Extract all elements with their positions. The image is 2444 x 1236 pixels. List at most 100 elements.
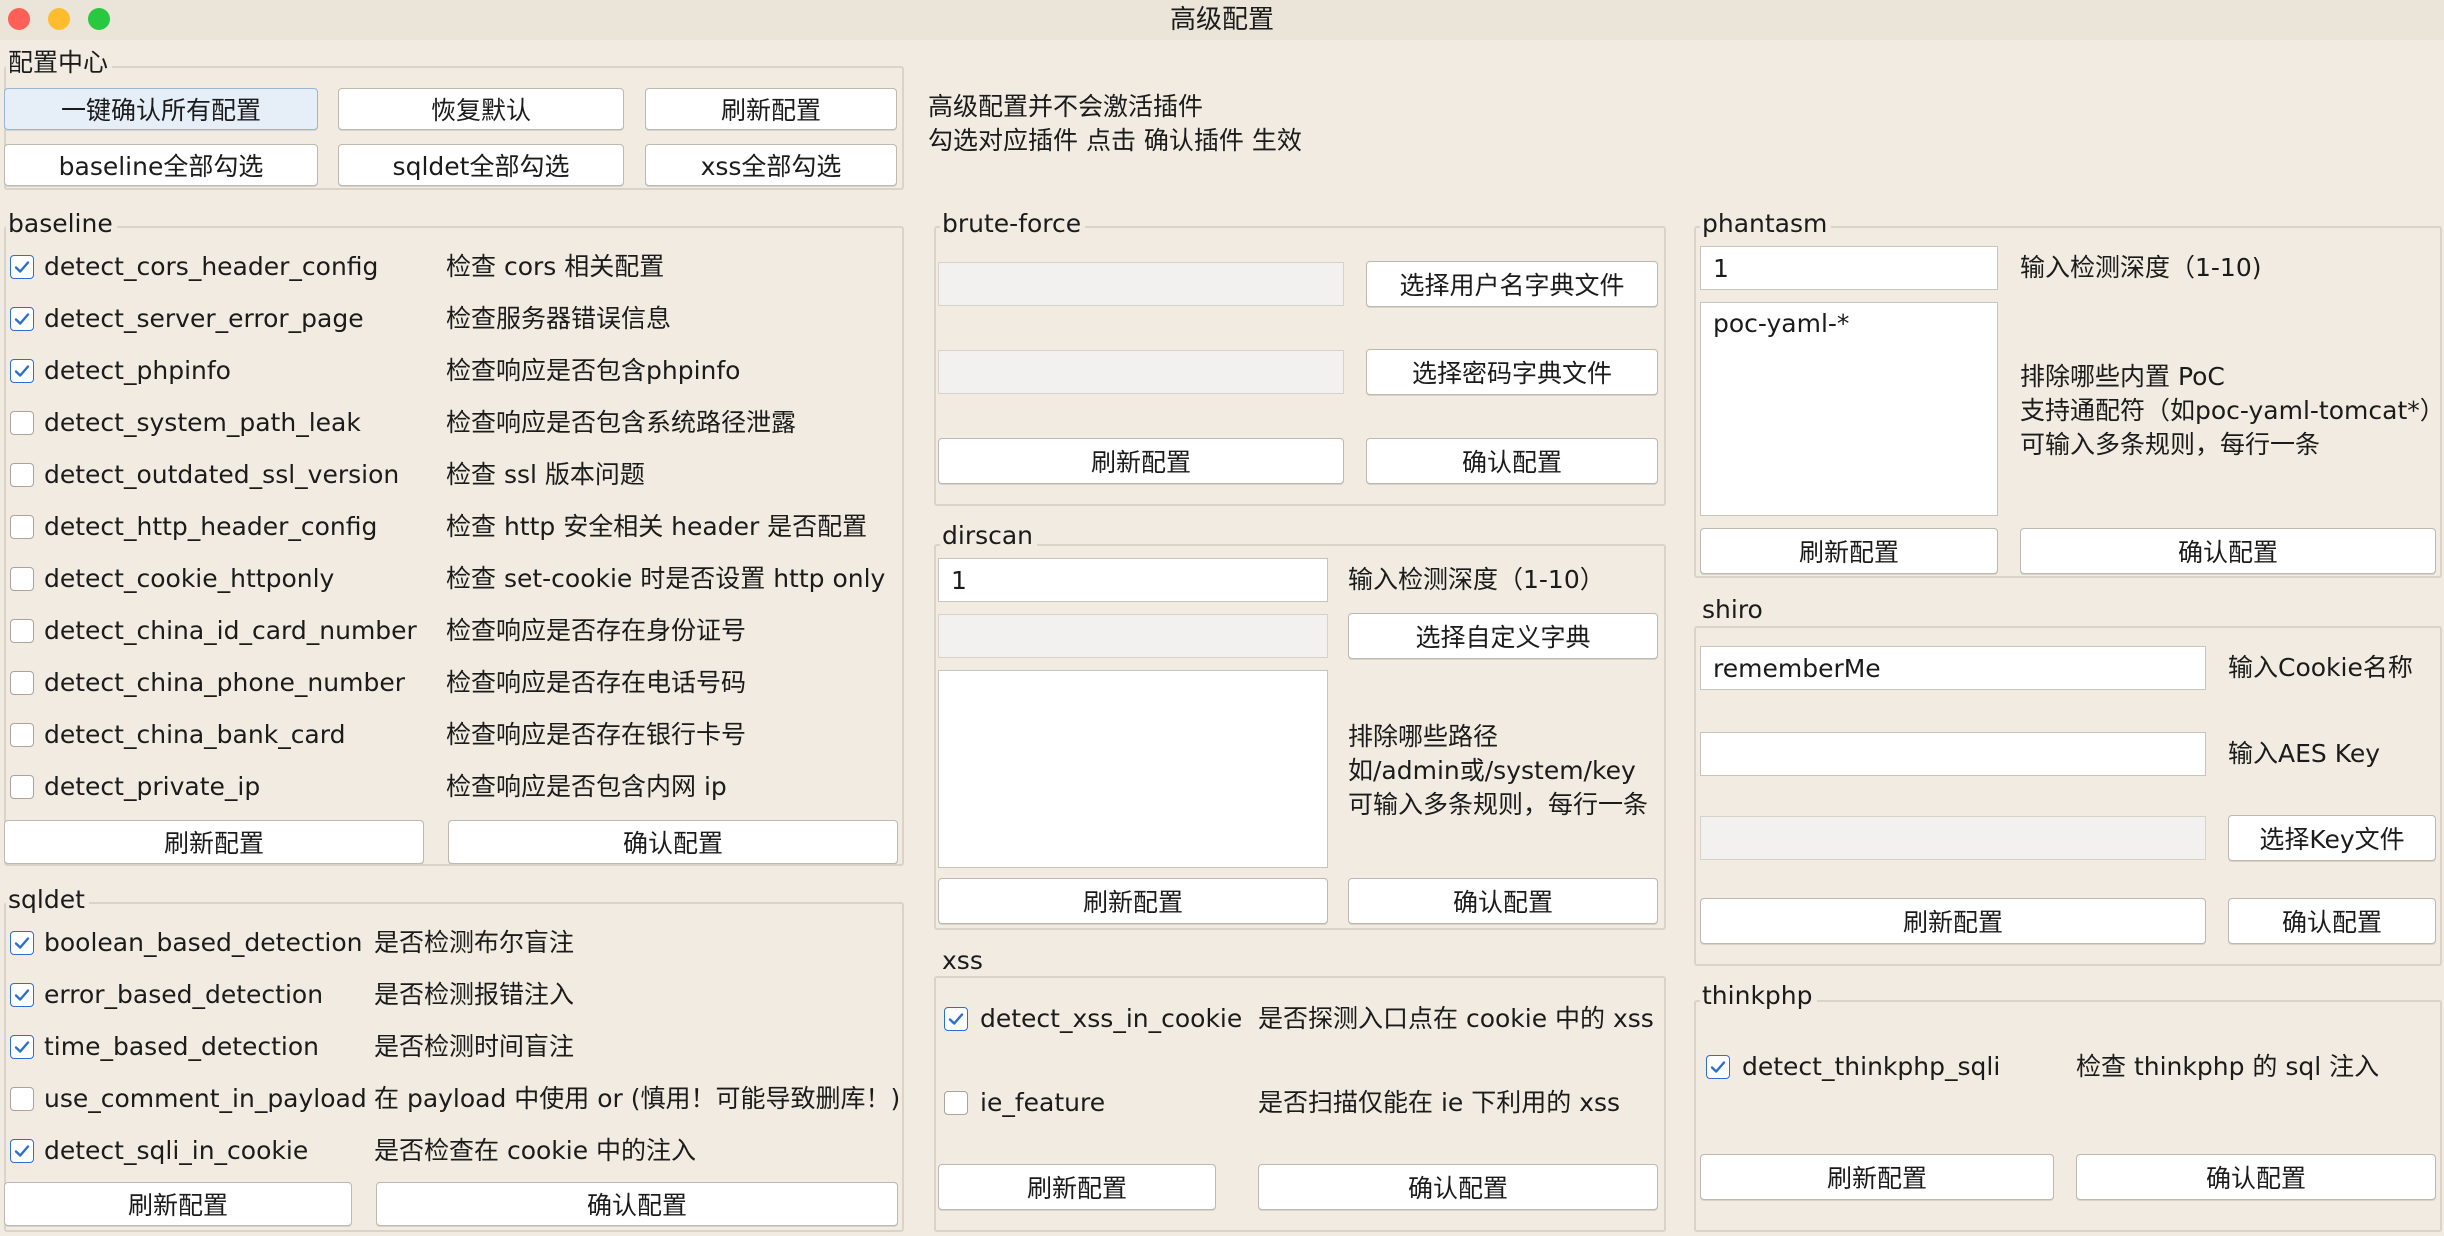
baseline-option-checkbox[interactable] — [10, 515, 34, 539]
xss-option-checkbox[interactable] — [944, 1007, 968, 1031]
baseline-option-checkbox[interactable] — [10, 567, 34, 591]
sqldet-select-all-button[interactable]: sqldet全部勾选 — [338, 144, 624, 186]
config-note-line1: 高级配置并不会激活插件 — [928, 92, 1204, 121]
dirscan-exclude-textarea[interactable] — [938, 670, 1328, 868]
shiro-confirm-button[interactable]: 确认配置 — [2228, 898, 2436, 944]
sqldet-refresh-button[interactable]: 刷新配置 — [4, 1182, 352, 1226]
sqldet-option-name[interactable]: time_based_detection — [44, 1032, 319, 1062]
phantasm-depth-label: 输入检测深度（1-10) — [2020, 253, 2262, 282]
user-dict-field[interactable] — [938, 262, 1344, 306]
phantasm-exclude-textarea[interactable]: poc-yaml-* — [1700, 302, 1998, 516]
xss-label: xss — [940, 946, 987, 976]
baseline-option-checkbox[interactable] — [10, 671, 34, 695]
checkmark-icon — [14, 365, 30, 377]
baseline-option-name[interactable]: detect_private_ip — [44, 772, 260, 802]
dirscan-depth-input[interactable]: 1 — [938, 558, 1328, 602]
baseline-option-name[interactable]: detect_phpinfo — [44, 356, 231, 386]
baseline-option-checkbox[interactable] — [10, 307, 34, 331]
checkmark-icon — [1710, 1061, 1726, 1073]
restore-default-button[interactable]: 恢复默认 — [338, 88, 624, 130]
baseline-option-name[interactable]: detect_cookie_httponly — [44, 564, 334, 594]
baseline-option-checkbox[interactable] — [10, 775, 34, 799]
shiro-cookie-label: 输入Cookie名称 — [2228, 653, 2413, 682]
baseline-option-description: 检查服务器错误信息 — [446, 304, 672, 333]
baseline-option-name[interactable]: detect_china_phone_number — [44, 668, 405, 698]
choose-key-file-button[interactable]: 选择Key文件 — [2228, 815, 2436, 861]
baseline-option-name[interactable]: detect_system_path_leak — [44, 408, 361, 438]
thinkphp-confirm-button[interactable]: 确认配置 — [2076, 1154, 2436, 1200]
baseline-option-checkbox[interactable] — [10, 359, 34, 383]
phantasm-exclude-note3: 可输入多条规则，每行一条 — [2020, 430, 2321, 459]
brute-force-refresh-button[interactable]: 刷新配置 — [938, 438, 1344, 484]
brute-force-confirm-button[interactable]: 确认配置 — [1366, 438, 1658, 484]
sqldet-confirm-button[interactable]: 确认配置 — [376, 1182, 898, 1226]
sqldet-option-name[interactable]: boolean_based_detection — [44, 928, 362, 958]
checkmark-icon — [14, 261, 30, 273]
sqldet-option-checkbox[interactable] — [10, 1087, 34, 1111]
baseline-option-name[interactable]: detect_china_bank_card — [44, 720, 345, 750]
sqldet-option-name[interactable]: detect_sqli_in_cookie — [44, 1136, 308, 1166]
choose-custom-dict-button[interactable]: 选择自定义字典 — [1348, 613, 1658, 659]
baseline-select-all-button[interactable]: baseline全部勾选 — [4, 144, 318, 186]
baseline-option-checkbox[interactable] — [10, 255, 34, 279]
baseline-refresh-button[interactable]: 刷新配置 — [4, 820, 424, 864]
baseline-label: baseline — [6, 209, 117, 239]
phantasm-depth-input[interactable]: 1 — [1700, 246, 1998, 290]
config-note-line2: 勾选对应插件 点击 确认插件 生效 — [928, 126, 1302, 155]
shiro-cookie-input[interactable]: rememberMe — [1700, 646, 2206, 690]
baseline-option-description: 检查响应是否包含phpinfo — [446, 356, 741, 385]
baseline-option-name[interactable]: detect_china_id_card_number — [44, 616, 417, 646]
dirscan-dict-field[interactable] — [938, 614, 1328, 658]
dirscan-refresh-button[interactable]: 刷新配置 — [938, 878, 1328, 924]
pass-dict-field[interactable] — [938, 350, 1344, 394]
baseline-option-checkbox[interactable] — [10, 723, 34, 747]
choose-pass-dict-button[interactable]: 选择密码字典文件 — [1366, 349, 1658, 395]
phantasm-confirm-button[interactable]: 确认配置 — [2020, 528, 2436, 574]
shiro-aes-label: 输入AES Key — [2228, 739, 2381, 768]
baseline-option-description: 检查 http 安全相关 header 是否配置 — [446, 512, 868, 541]
sqldet-option-checkbox[interactable] — [10, 931, 34, 955]
sqldet-option-description: 在 payload 中使用 or (慎用！可能导致删库！) — [374, 1084, 901, 1113]
sqldet-option-name[interactable]: use_comment_in_payload — [44, 1084, 367, 1114]
baseline-option-checkbox[interactable] — [10, 411, 34, 435]
dirscan-confirm-button[interactable]: 确认配置 — [1348, 878, 1658, 924]
refresh-all-button[interactable]: 刷新配置 — [645, 88, 897, 130]
thinkphp-option-name[interactable]: detect_thinkphp_sqli — [1742, 1052, 2000, 1082]
baseline-option-name[interactable]: detect_http_header_config — [44, 512, 377, 542]
shiro-keyfile-field[interactable] — [1700, 816, 2206, 860]
sqldet-option-checkbox[interactable] — [10, 1035, 34, 1059]
sqldet-option-description: 是否检测布尔盲注 — [374, 928, 575, 957]
checkmark-icon — [14, 989, 30, 1001]
baseline-option-name[interactable]: detect_outdated_ssl_version — [44, 460, 399, 490]
baseline-option-description: 检查响应是否存在电话号码 — [446, 668, 747, 697]
xss-option-name[interactable]: detect_xss_in_cookie — [980, 1004, 1242, 1034]
thinkphp-option-description: 检查 thinkphp 的 sql 注入 — [2076, 1052, 2380, 1081]
xss-option-name[interactable]: ie_feature — [980, 1088, 1105, 1118]
baseline-option-description: 检查响应是否存在银行卡号 — [446, 720, 747, 749]
shiro-refresh-button[interactable]: 刷新配置 — [1700, 898, 2206, 944]
sqldet-label: sqldet — [6, 885, 89, 915]
baseline-option-checkbox[interactable] — [10, 619, 34, 643]
thinkphp-option-checkbox[interactable] — [1706, 1055, 1730, 1079]
confirm-all-button[interactable]: 一键确认所有配置 — [4, 88, 318, 130]
baseline-option-checkbox[interactable] — [10, 463, 34, 487]
xss-confirm-button[interactable]: 确认配置 — [1258, 1164, 1658, 1210]
phantasm-exclude-note1: 排除哪些内置 PoC — [2020, 362, 2225, 391]
sqldet-option-name[interactable]: error_based_detection — [44, 980, 323, 1010]
choose-user-dict-button[interactable]: 选择用户名字典文件 — [1366, 261, 1658, 307]
shiro-aes-input[interactable] — [1700, 732, 2206, 776]
baseline-option-name[interactable]: detect_cors_header_config — [44, 252, 378, 282]
checkmark-icon — [948, 1013, 964, 1025]
sqldet-option-checkbox[interactable] — [10, 983, 34, 1007]
baseline-confirm-button[interactable]: 确认配置 — [448, 820, 898, 864]
thinkphp-refresh-button[interactable]: 刷新配置 — [1700, 1154, 2054, 1200]
phantasm-refresh-button[interactable]: 刷新配置 — [1700, 528, 1998, 574]
sqldet-option-checkbox[interactable] — [10, 1139, 34, 1163]
dirscan-label: dirscan — [940, 521, 1038, 551]
xss-option-checkbox[interactable] — [944, 1091, 968, 1115]
baseline-option-description: 检查响应是否包含内网 ip — [446, 772, 727, 801]
xss-refresh-button[interactable]: 刷新配置 — [938, 1164, 1216, 1210]
baseline-option-name[interactable]: detect_server_error_page — [44, 304, 364, 334]
xss-select-all-button[interactable]: xss全部勾选 — [645, 144, 897, 186]
dirscan-exclude-note3: 可输入多条规则，每行一条 — [1348, 790, 1649, 819]
